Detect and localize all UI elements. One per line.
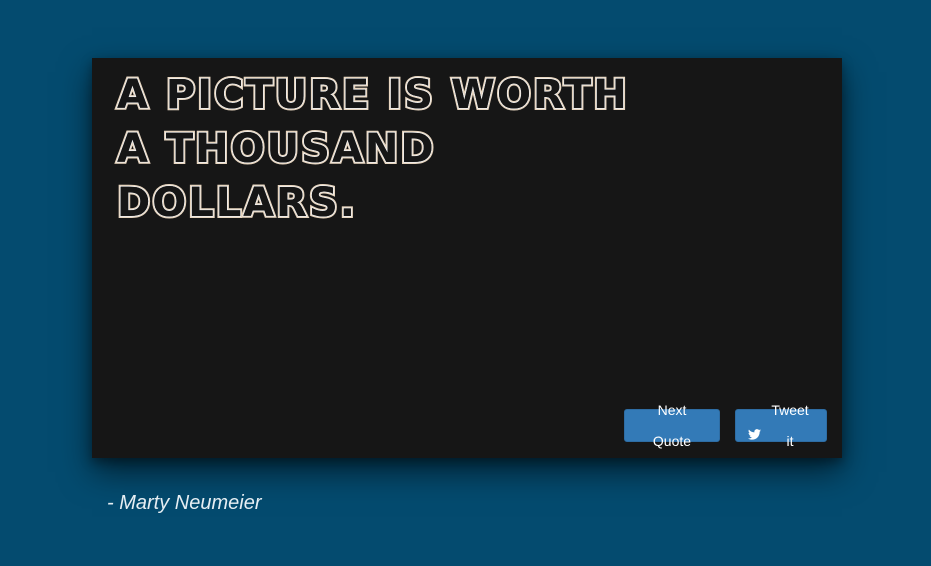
quote-author: - Marty Neumeier bbox=[107, 492, 262, 514]
tweet-label: Tweet it bbox=[771, 401, 809, 449]
next-quote-button[interactable]: Next Quote bbox=[624, 402, 720, 449]
next-quote-label: Next Quote bbox=[652, 401, 692, 449]
quote-text: A picture is worth a thousand dollars. bbox=[116, 71, 629, 227]
quote-card: A picture is worth a thousand dollars. A… bbox=[92, 58, 842, 458]
tweet-button[interactable]: Tweet it bbox=[735, 402, 827, 449]
twitter-icon bbox=[748, 420, 761, 440]
